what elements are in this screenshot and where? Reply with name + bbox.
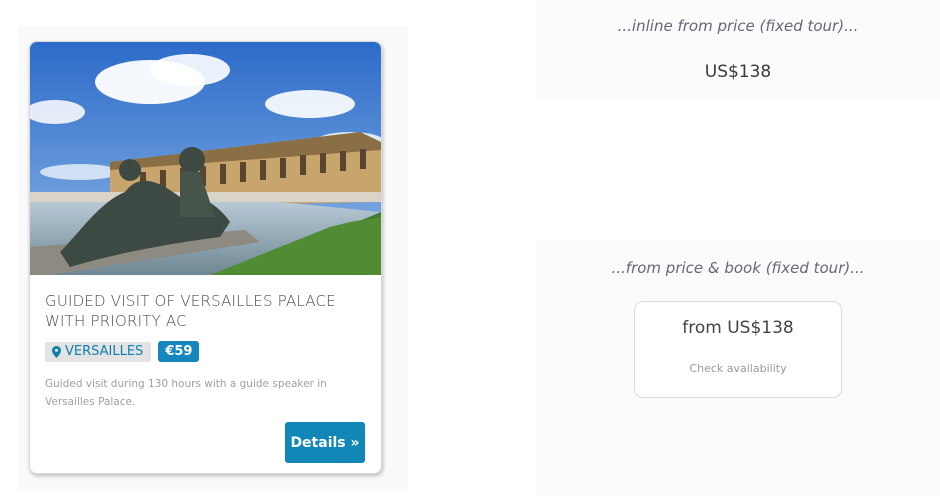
right-panel-top [536, 0, 940, 100]
location-badge[interactable]: VERSAILLES [45, 341, 152, 362]
inline-price: US$138 [704, 62, 772, 82]
badge-row: VERSAILLES €59 [45, 341, 200, 362]
location-label: VERSAILLES [65, 343, 144, 359]
map-pin-icon [52, 345, 61, 358]
check-availability-link[interactable]: Check availability [635, 362, 841, 375]
book-box: from US$138 Check availability [634, 301, 842, 398]
tour-title[interactable]: GUIDED VISIT OF VERSAILLES PALACE WITH P… [45, 291, 365, 331]
price-badge: €59 [158, 341, 200, 362]
book-caption: ...from price & book (fixed tour)... [611, 259, 865, 277]
tour-image[interactable] [30, 42, 381, 275]
inline-price-caption: ...inline from price (fixed tour)... [617, 17, 859, 35]
tour-card: GUIDED VISIT OF VERSAILLES PALACE WITH P… [29, 41, 382, 474]
details-button[interactable]: Details » [285, 422, 365, 463]
book-price: from US$138 [682, 318, 794, 338]
tour-description: Guided visit during 130 hours with a gui… [45, 378, 327, 408]
